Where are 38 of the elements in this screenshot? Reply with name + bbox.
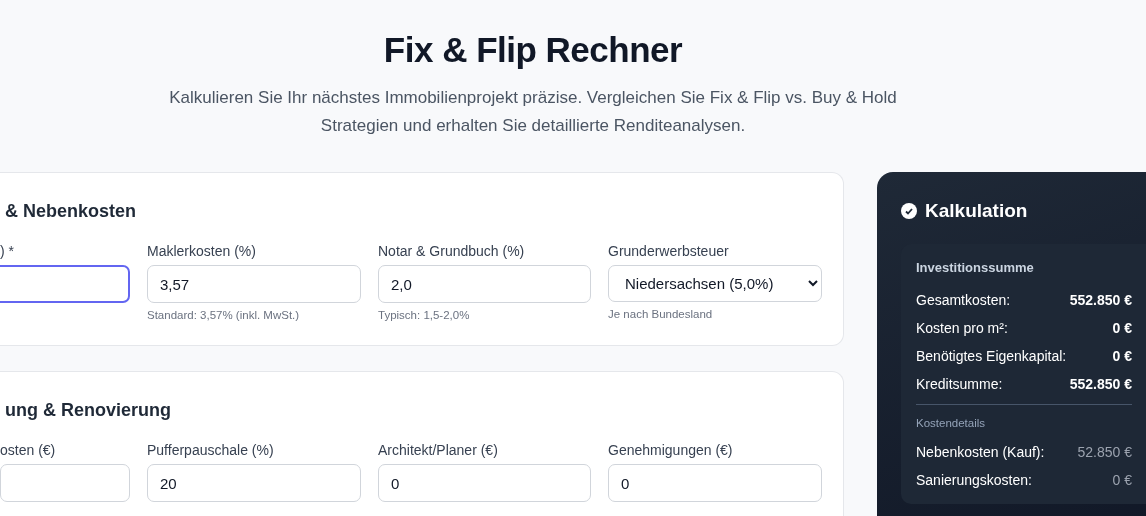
input-field[interactable]: 20 — [147, 464, 361, 502]
page-title: Fix & Flip Rechner — [383, 30, 683, 70]
input-field[interactable] — [0, 265, 130, 303]
field-label: Architekt/Planer (€) — [378, 442, 498, 458]
summary-label: Gesamtkosten: — [916, 292, 1011, 308]
field-label: ) * — [0, 243, 14, 259]
check-circle-icon — [901, 203, 917, 219]
summary-value: 0 € — [1112, 348, 1132, 364]
group-title: Kostendetails — [916, 417, 987, 429]
field-label: Notar & Grundbuch (%) — [378, 243, 525, 259]
summary-value: 0 € — [1112, 472, 1132, 488]
summary-value: 552.850 € — [1069, 292, 1132, 308]
summary-label: Nebenkosten (Kauf): — [916, 444, 1045, 460]
field-label: osten (€) — [0, 442, 56, 458]
summary-value: 52.850 € — [1077, 444, 1132, 460]
field-label: Pufferpauschale (%) — [147, 442, 274, 458]
summary-label: Sanierungskosten: — [916, 472, 1032, 488]
input-field[interactable]: 2,0 — [378, 265, 591, 303]
field-label: Maklerkosten (%) — [147, 243, 256, 259]
summary-label: Kosten pro m²: — [916, 320, 1008, 336]
section-title: & Nebenkosten — [5, 201, 138, 222]
summary-title: Kalkulation — [925, 200, 1028, 222]
summary-label: Benötigtes Eigenkapital: — [916, 348, 1067, 364]
section-title: ung & Renovierung — [5, 400, 172, 421]
field-label: Grunderwerbsteuer — [608, 243, 729, 259]
summary-value: 0 € — [1112, 320, 1132, 336]
group-title: Investitionssumme — [916, 260, 1035, 275]
page-subtitle: Kalkulieren Sie Ihr nächstes Immobilienprojekt präzise. Vergleichen Sie Fix & Flip vs. Buy & Hold Strategien und erhalten Sie detaillierte Renditeanalysen. — [168, 87, 898, 137]
input-field[interactable]: 0 — [608, 464, 822, 502]
select-field[interactable]: Niedersachsen (5,0%) — [608, 265, 822, 302]
input-field[interactable]: 0 — [378, 464, 591, 502]
summary-value: 552.850 € — [1069, 376, 1132, 392]
field-hint: Typisch: 1,5-2,0% — [378, 309, 470, 321]
field-hint: Je nach Bundesland — [608, 308, 713, 320]
summary-label: Kreditsumme: — [916, 376, 1003, 392]
field-hint: Standard: 3,57% (inkl. MwSt.) — [147, 309, 300, 321]
input-field[interactable]: 3,57 — [147, 265, 361, 303]
field-label: Genehmigungen (€) — [608, 442, 733, 458]
